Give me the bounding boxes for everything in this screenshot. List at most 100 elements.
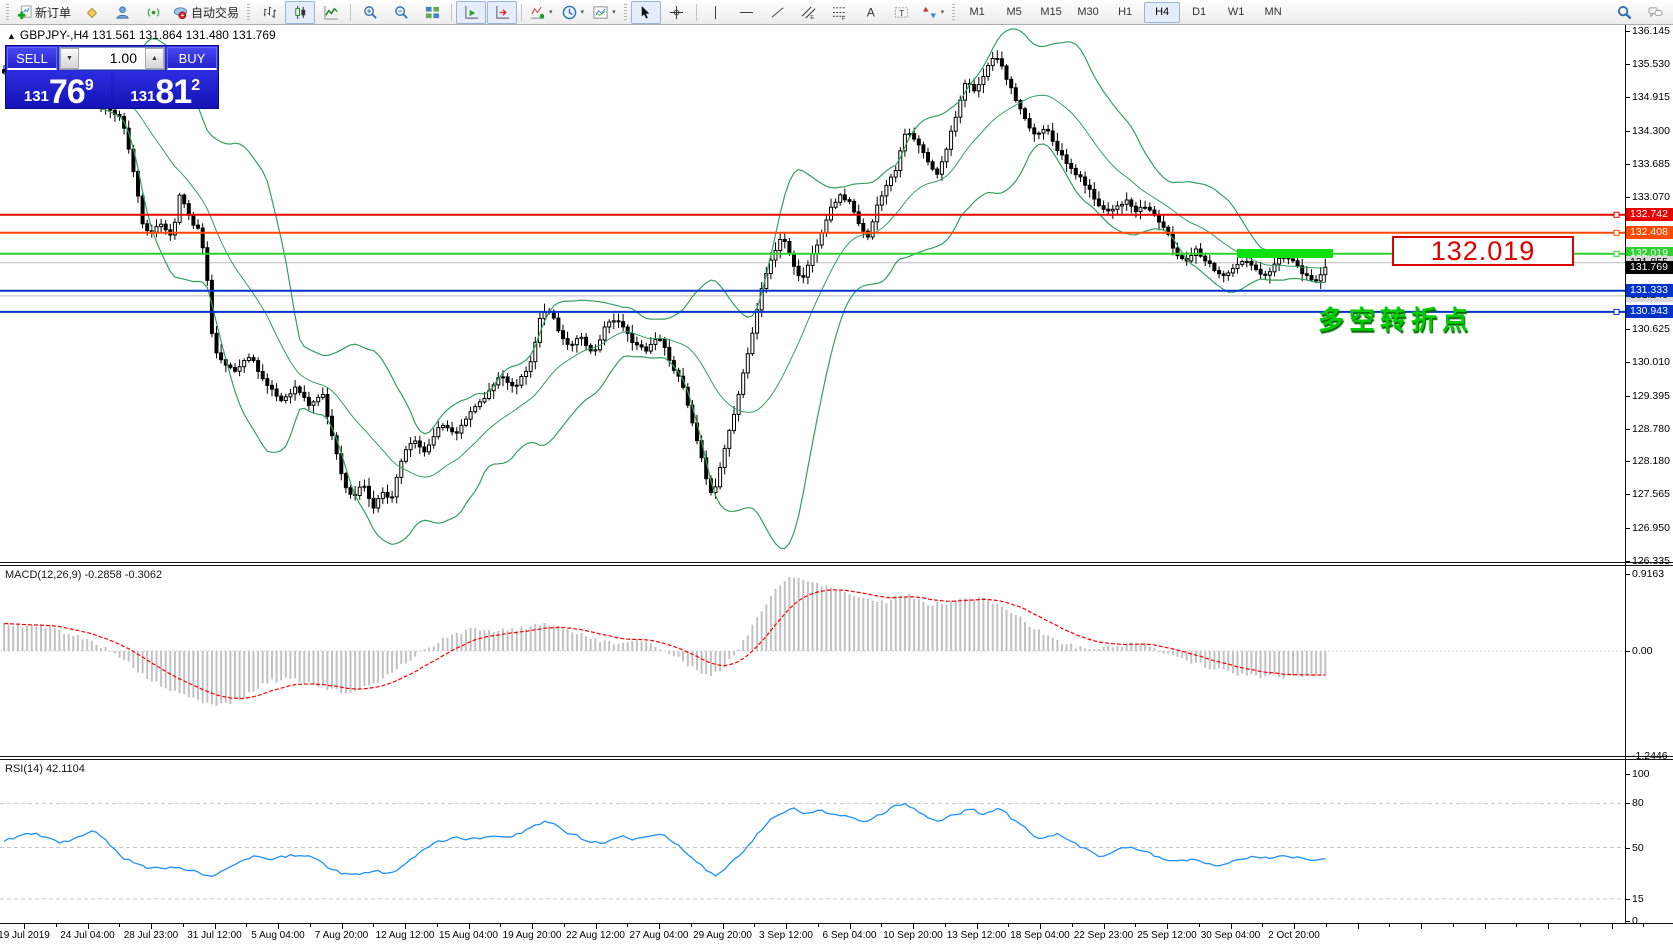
timeframe-mn-button[interactable]: MN [1255, 2, 1291, 23]
timeframe-m5-button[interactable]: M5 [996, 2, 1032, 23]
trendline-button[interactable] [763, 1, 793, 24]
new-order-button-label: 新订单 [35, 4, 71, 21]
time-axis-tick [24, 924, 25, 929]
volume-increase-button[interactable]: ▲ [145, 48, 164, 69]
timeframe-m30-button[interactable]: M30 [1070, 2, 1106, 23]
axis-tick [1626, 528, 1630, 529]
macd-pane[interactable] [0, 566, 1625, 756]
buy-button[interactable]: BUY [167, 47, 217, 70]
zoom-out-button[interactable] [386, 1, 416, 24]
candle-chart-button[interactable] [285, 1, 315, 24]
highlighted-trend-segment[interactable] [1237, 249, 1333, 258]
horizontal-line-button[interactable] [732, 1, 762, 24]
svg-text:T: T [899, 7, 904, 17]
pane-separator[interactable] [0, 756, 1673, 760]
tile-windows-icon [425, 5, 440, 20]
time-axis-tick [1643, 924, 1644, 927]
axis-tick [1626, 651, 1630, 652]
vertical-line-button[interactable] [701, 1, 731, 24]
sell-price[interactable]: 131769 [7, 71, 111, 108]
price-callout-label[interactable]: 132.019 [1392, 236, 1574, 266]
arrows-dropdown[interactable]: ▾ [918, 1, 949, 24]
auto-scroll-button[interactable] [456, 1, 486, 24]
time-axis-tick [659, 924, 660, 929]
profiles-button[interactable] [107, 1, 137, 24]
axis-tick [1626, 461, 1630, 462]
timeframe-m1-button[interactable]: M1 [959, 2, 995, 23]
time-axis-tick [437, 924, 438, 927]
macd-axis-tick-label: 0.9163 [1632, 568, 1664, 580]
chart-shift-button[interactable] [487, 1, 517, 24]
equidistant-channel-button[interactable]: E [794, 1, 824, 24]
time-axis-tick [691, 924, 692, 927]
time-axis-tick [818, 924, 819, 927]
time-axis-tick [1612, 924, 1613, 929]
price-axis-tick-label: 133.070 [1632, 191, 1670, 203]
volume-input[interactable]: 1.00 [79, 48, 145, 69]
crosshair-button[interactable] [662, 1, 692, 24]
timeframe-h1-button[interactable]: H1 [1107, 2, 1143, 23]
dropdown-arrow-icon: ▾ [612, 8, 616, 16]
volume-decrease-button[interactable]: ▼ [60, 48, 79, 69]
sell-price-sup: 9 [85, 78, 94, 94]
bar-chart-button[interactable] [254, 1, 284, 24]
axis-tick [1626, 329, 1630, 330]
axis-tick [1626, 574, 1630, 575]
main-price-chart[interactable] [0, 25, 1625, 562]
periods-dropdown[interactable]: ▾ [558, 1, 589, 24]
pane-separator[interactable] [0, 562, 1673, 566]
tile-windows-button[interactable] [417, 1, 447, 24]
toolbar-separator [696, 4, 697, 21]
channel-icon: E [801, 5, 816, 20]
timeframe-m15-button[interactable]: M15 [1033, 2, 1069, 23]
macd-indicator-label: MACD(12,26,9) -0.2858 -0.3062 [5, 569, 162, 581]
delete-objects-button[interactable] [76, 1, 106, 24]
timeframe-h4-button[interactable]: H4 [1144, 2, 1180, 23]
symbol-collapse-icon[interactable]: ▲ [7, 31, 16, 41]
text-button[interactable]: A [856, 1, 886, 24]
cursor-button[interactable] [631, 1, 661, 24]
toolbar-grip[interactable] [952, 4, 955, 21]
timeframe-w1-button[interactable]: W1 [1218, 2, 1254, 23]
autotrade-button[interactable]: 自动交易 [169, 1, 243, 24]
signals-button[interactable] [138, 1, 168, 24]
turning-point-annotation[interactable]: 多空转折点 [1318, 300, 1473, 337]
community-button[interactable] [1640, 1, 1670, 24]
axis-tick [1626, 494, 1630, 495]
buy-price[interactable]: 131812 [114, 71, 218, 108]
symbol-header: ▲GBPJPY-,H4 131.561 131.864 131.480 131.… [7, 28, 276, 42]
time-axis-label: 27 Aug 04:00 [630, 930, 689, 941]
line-chart-button[interactable] [316, 1, 346, 24]
buy-price-big: 81 [155, 77, 191, 107]
timeframe-d1-button[interactable]: D1 [1181, 2, 1217, 23]
axis-tick [1626, 97, 1630, 98]
add-indicator-icon [530, 5, 545, 20]
fibonacci-button[interactable]: F [825, 1, 855, 24]
search-button[interactable] [1609, 1, 1639, 24]
chart-window[interactable]: 19 Jul 201924 Jul 04:0028 Jul 23:0031 Ju… [0, 25, 1673, 948]
toolbar-grip[interactable] [6, 4, 9, 21]
time-axis-label: 31 Jul 12:00 [187, 930, 242, 941]
time-axis-tick [1580, 924, 1581, 927]
time-axis-tick [1485, 924, 1486, 929]
price-level-tag: 132.408 [1626, 226, 1673, 239]
new-order-button[interactable]: 新订单 [13, 1, 75, 24]
sell-button[interactable]: SELL [7, 47, 57, 70]
svg-text:A: A [867, 5, 876, 19]
shapes-icon [922, 5, 937, 20]
time-axis-tick [1040, 924, 1041, 929]
time-axis[interactable]: 19 Jul 201924 Jul 04:0028 Jul 23:0031 Ju… [0, 923, 1673, 948]
text-icon: A [863, 5, 878, 20]
signal-icon [146, 5, 161, 20]
rsi-pane[interactable] [0, 760, 1625, 922]
price-axis-tick-label: 134.915 [1632, 91, 1670, 103]
buy-price-sup: 2 [191, 78, 200, 94]
toolbar-grip[interactable] [247, 4, 250, 21]
one-click-trading-panel: SELL ▼ 1.00 ▲ BUY 131769 131812 [5, 45, 219, 109]
macd-axis-tick-label: -1.2446 [1632, 750, 1668, 762]
zoom-in-button[interactable] [355, 1, 385, 24]
toolbar-grip[interactable] [624, 4, 627, 21]
text-label-button[interactable]: T [887, 1, 917, 24]
templates-dropdown[interactable]: ▾ [589, 1, 620, 24]
indicators-dropdown[interactable]: ▾ [526, 1, 557, 24]
